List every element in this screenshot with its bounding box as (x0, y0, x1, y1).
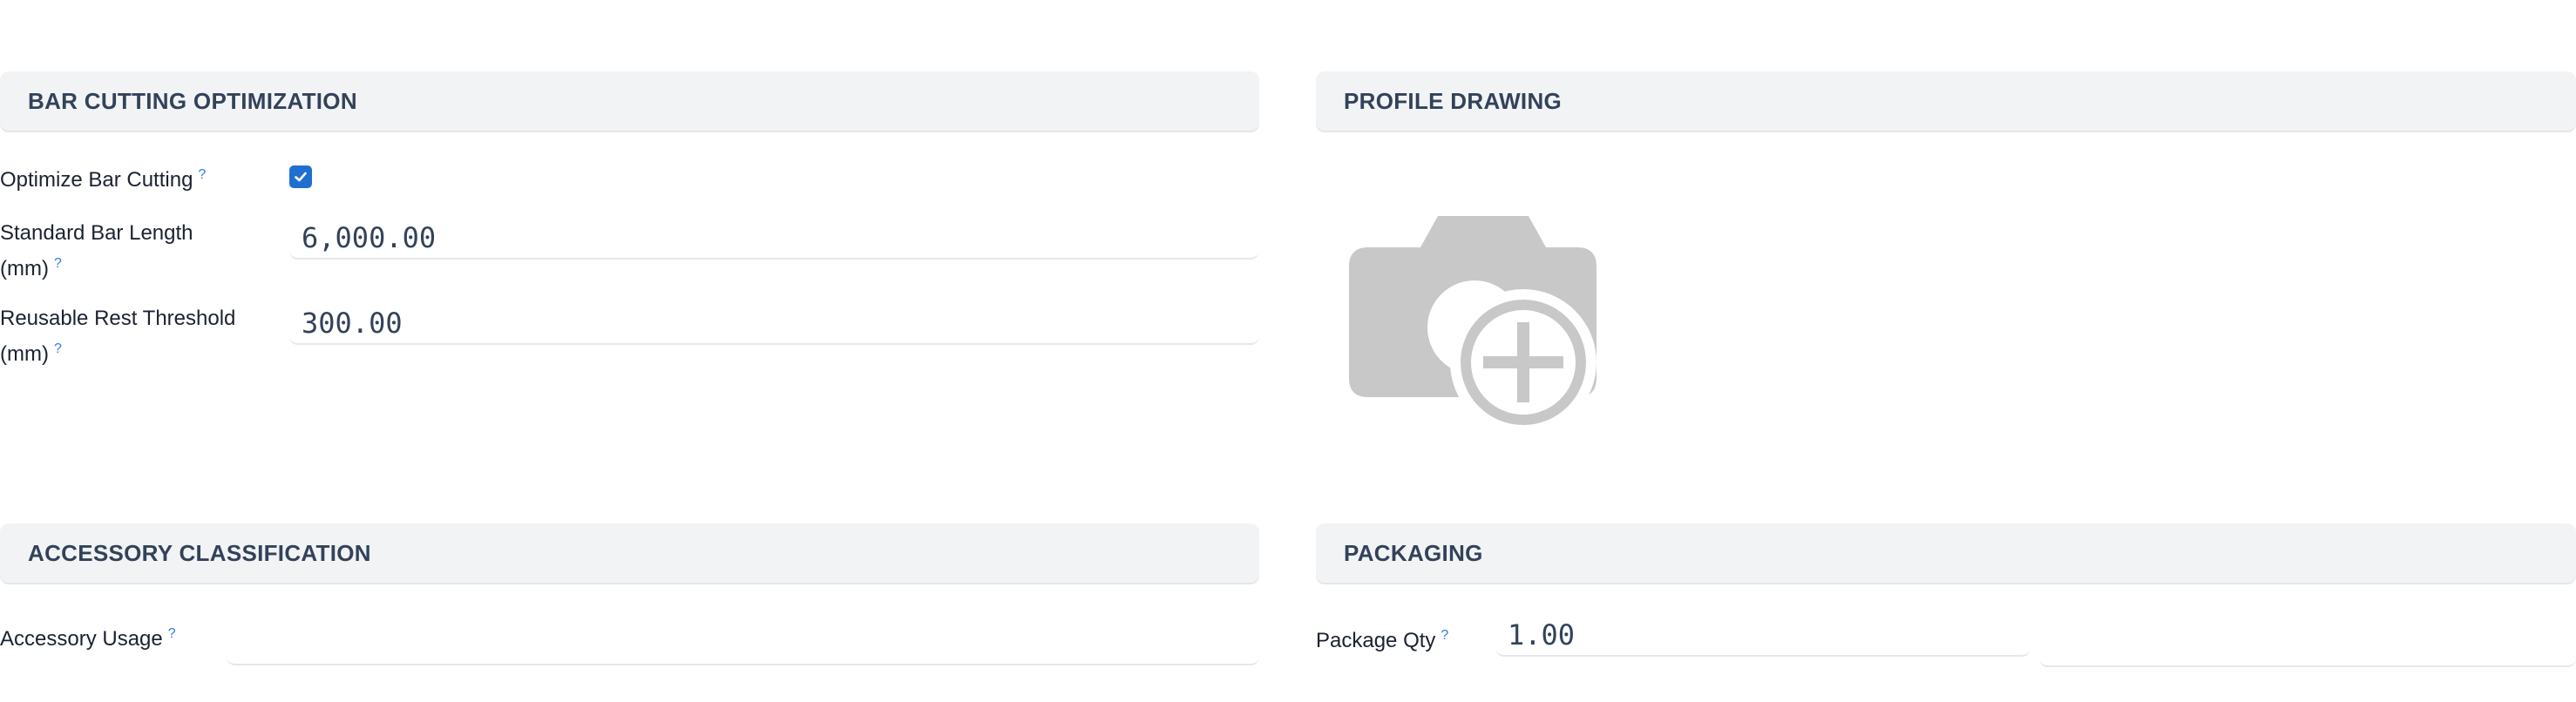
section-title: BAR CUTTING OPTIMIZATION (28, 87, 357, 114)
optimize-bar-cutting-checkbox[interactable] (289, 165, 312, 188)
label-text: Accessory Usage (0, 627, 163, 651)
standard-bar-length-label: Standard Bar Length (mm)? (0, 218, 193, 284)
help-icon[interactable]: ? (54, 256, 62, 271)
section-header-bar-cutting: BAR CUTTING OPTIMIZATION (0, 71, 1259, 131)
section-header-accessory-classification: ACCESSORY CLASSIFICATION (0, 523, 1259, 583)
profile-drawing-upload[interactable] (1349, 216, 1596, 435)
input-value: 300.00 (302, 307, 403, 340)
section-title: PROFILE DRAWING (1344, 87, 1563, 114)
reusable-rest-threshold-input[interactable]: 300.00 (289, 303, 1259, 345)
accessory-usage-label: Accessory Usage? (0, 618, 176, 654)
help-icon[interactable]: ? (198, 167, 206, 182)
package-qty-input[interactable]: 1.00 (1495, 615, 2030, 657)
section-title: PACKAGING (1344, 539, 1483, 566)
help-icon[interactable]: ? (54, 341, 62, 356)
standard-bar-length-input[interactable]: 6,000.00 (289, 218, 1259, 260)
package-unit-select[interactable] (2039, 625, 2576, 667)
section-header-packaging: PACKAGING (1316, 523, 2576, 583)
help-icon[interactable]: ? (168, 626, 176, 641)
label-unit: (mm) (0, 342, 49, 366)
input-value: 1.00 (1508, 618, 1576, 651)
optimize-bar-cutting-label: Optimize Bar Cutting? (0, 159, 206, 195)
label-unit: (mm) (0, 257, 49, 280)
input-value: 6,000.00 (302, 221, 437, 254)
check-icon (295, 172, 307, 182)
label-text: Optimize Bar Cutting (0, 168, 193, 192)
label-text: Reusable Rest Threshold (0, 307, 236, 330)
section-title: ACCESSORY CLASSIFICATION (28, 539, 371, 566)
label-text: Standard Bar Length (0, 221, 193, 245)
section-header-profile-drawing: PROFILE DRAWING (1316, 71, 2576, 131)
reusable-rest-threshold-label: Reusable Rest Threshold (mm)? (0, 303, 235, 369)
label-text: Package Qty (1316, 629, 1436, 652)
package-qty-label: Package Qty? (1316, 620, 1448, 656)
accessory-usage-select[interactable] (227, 624, 1259, 665)
help-icon[interactable]: ? (1441, 628, 1448, 643)
add-photo-icon (1349, 216, 1596, 435)
